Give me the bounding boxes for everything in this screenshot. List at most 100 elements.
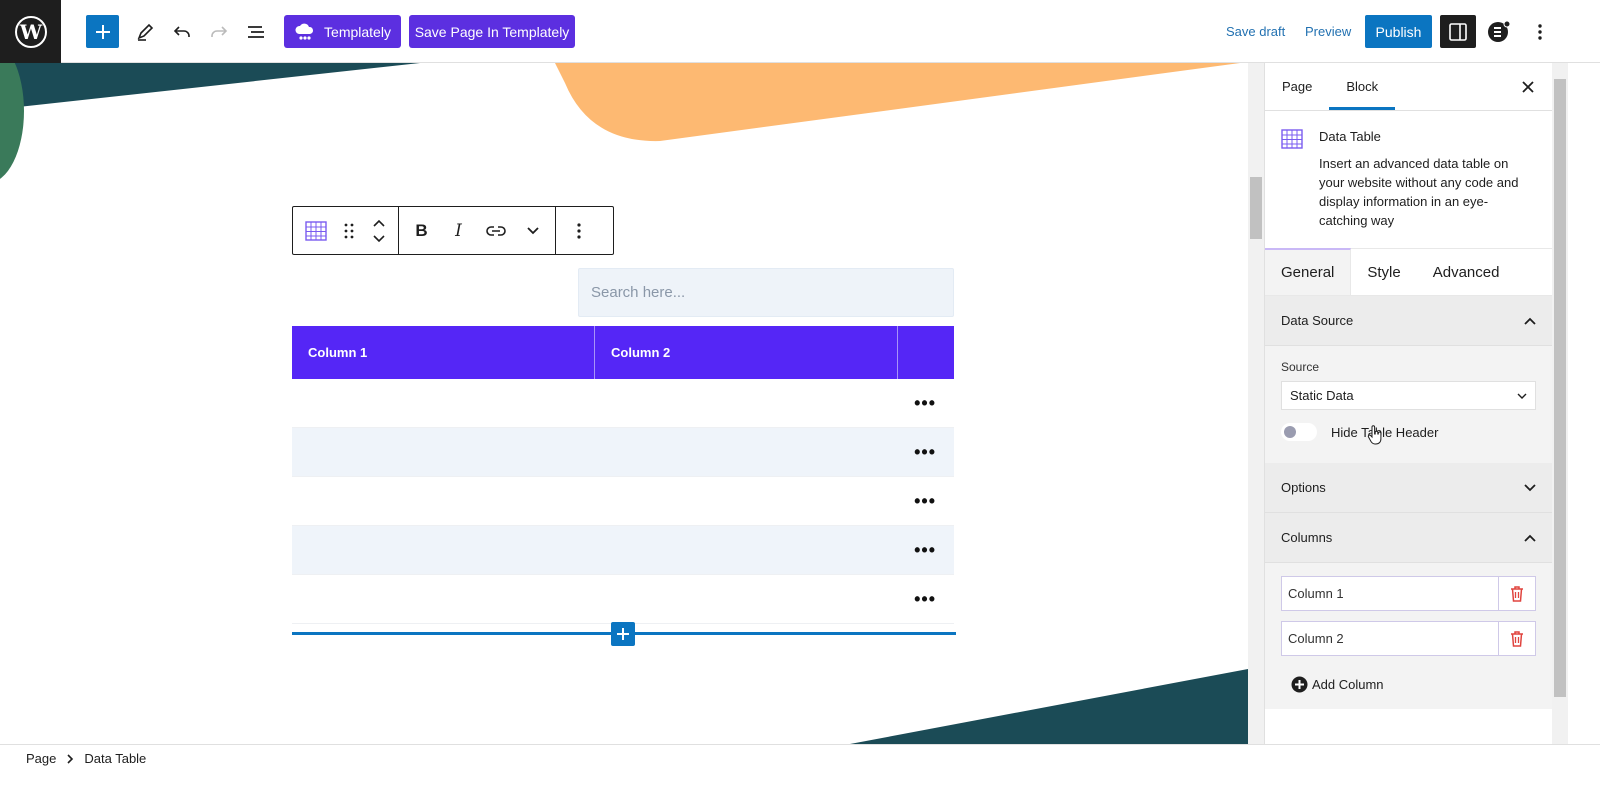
- data-source-panel-toggle[interactable]: Data Source: [1265, 296, 1552, 346]
- close-sidebar-button[interactable]: [1522, 77, 1534, 98]
- hide-table-header-text: Hide Table Header: [1331, 424, 1439, 440]
- editor-topbar: W Templately Save Page In Templately Sav…: [0, 0, 1600, 63]
- table-row[interactable]: •••: [292, 428, 954, 477]
- block-card-title: Data Table: [1319, 129, 1381, 144]
- italic-button[interactable]: I: [442, 213, 475, 249]
- row-actions-icon[interactable]: •••: [914, 442, 936, 463]
- table-header-cell[interactable]: Column 1: [292, 326, 595, 379]
- row-actions-icon[interactable]: •••: [914, 540, 936, 561]
- chevron-right-icon: [67, 753, 74, 764]
- tab-block[interactable]: Block: [1329, 63, 1395, 110]
- sidebar-scrollbar-thumb[interactable]: [1554, 79, 1566, 697]
- hide-table-header-row: Hide Table Header: [1281, 423, 1536, 444]
- breadcrumb-item-page[interactable]: Page: [26, 751, 56, 766]
- block-type-button[interactable]: [299, 213, 332, 249]
- save-draft-button[interactable]: Save draft: [1226, 24, 1285, 39]
- templately-button[interactable]: Templately: [284, 15, 401, 48]
- plugin-button[interactable]: [1485, 15, 1513, 48]
- breadcrumb-item-data-table[interactable]: Data Table: [84, 751, 146, 766]
- table-header-cell[interactable]: [898, 326, 954, 379]
- inspector-tabs: General Style Advanced: [1265, 248, 1552, 296]
- table-search-input[interactable]: Search here...: [578, 268, 954, 317]
- inline-inserter-button[interactable]: [611, 622, 635, 646]
- options-panel-toggle[interactable]: Options: [1265, 463, 1552, 513]
- close-icon: [1522, 81, 1534, 93]
- columns-panel-toggle[interactable]: Columns: [1265, 513, 1552, 563]
- canvas-scrollbar[interactable]: [1248, 63, 1264, 744]
- table-row[interactable]: •••: [292, 526, 954, 575]
- tab-page[interactable]: Page: [1265, 63, 1329, 110]
- column-name-input[interactable]: Column 1: [1282, 577, 1499, 610]
- tab-style[interactable]: Style: [1351, 249, 1416, 295]
- more-rich-text-button[interactable]: [516, 213, 549, 249]
- hide-table-header-label[interactable]: Hide Table Header: [1331, 424, 1439, 444]
- add-column-label: Add Column: [1312, 677, 1384, 692]
- options-menu-button[interactable]: [1526, 15, 1554, 48]
- svg-text:W: W: [18, 20, 42, 44]
- columns-title: Columns: [1281, 530, 1333, 545]
- chevron-up-down-icon: [373, 219, 385, 242]
- trash-icon: [1511, 585, 1523, 602]
- wordpress-logo-button[interactable]: W: [0, 0, 61, 63]
- block-card: Data Table Insert an advanced data table…: [1265, 111, 1552, 248]
- table-row[interactable]: •••: [292, 379, 954, 428]
- redo-icon: [211, 25, 228, 37]
- settings-sidebar-toggle[interactable]: [1440, 15, 1476, 48]
- add-block-button[interactable]: [86, 15, 119, 48]
- document-overview-button[interactable]: [241, 15, 271, 48]
- tab-advanced[interactable]: Advanced: [1417, 249, 1516, 295]
- canvas-scrollbar-thumb[interactable]: [1250, 177, 1262, 239]
- plus-circle-icon: [1291, 676, 1308, 693]
- row-actions-icon[interactable]: •••: [914, 589, 936, 610]
- table-row[interactable]: •••: [292, 477, 954, 526]
- row-actions-icon[interactable]: •••: [914, 393, 936, 414]
- sidebar-scrollbar[interactable]: [1552, 63, 1568, 744]
- preview-button[interactable]: Preview: [1305, 24, 1351, 39]
- sidebar-icon: [1449, 22, 1467, 41]
- templately-cloud-icon: [295, 23, 314, 40]
- column-name-input[interactable]: Column 2: [1282, 622, 1499, 655]
- settings-sidebar: Page Block Data Table Insert an advanced…: [1264, 63, 1552, 744]
- link-button[interactable]: [479, 213, 512, 249]
- hide-table-header-toggle[interactable]: [1281, 423, 1317, 441]
- plus-icon: [95, 24, 110, 39]
- block-toolbar-group-options: [556, 207, 601, 254]
- drag-handle[interactable]: [336, 213, 362, 249]
- add-column-button[interactable]: Add Column: [1281, 666, 1536, 703]
- chevron-up-icon: [1524, 317, 1536, 325]
- trash-icon: [1511, 630, 1523, 647]
- save-page-in-templately-button[interactable]: Save Page In Templately: [409, 15, 575, 48]
- column-item: Column 1: [1281, 576, 1536, 611]
- link-icon: [485, 225, 506, 236]
- bold-button[interactable]: B: [405, 213, 438, 249]
- delete-column-button[interactable]: [1499, 630, 1535, 647]
- move-up-down-button[interactable]: [366, 213, 392, 249]
- editor-canvas: B I Search here... Column 1 Column 2 •••…: [0, 63, 1248, 744]
- sidebar-tabs: Page Block: [1265, 63, 1552, 111]
- table-header-cell[interactable]: Column 2: [595, 326, 898, 379]
- undo-button[interactable]: [167, 15, 197, 48]
- tab-general[interactable]: General: [1265, 248, 1352, 295]
- redo-button[interactable]: [204, 15, 234, 48]
- delete-column-button[interactable]: [1499, 585, 1535, 602]
- source-select[interactable]: Static Data: [1281, 381, 1536, 410]
- block-options-button[interactable]: [562, 213, 595, 249]
- source-label: Source: [1281, 360, 1320, 374]
- table-header-row: Column 1 Column 2: [292, 326, 954, 379]
- options-title: Options: [1281, 480, 1326, 495]
- chevron-up-icon: [1524, 534, 1536, 542]
- chevron-down-icon: [1524, 483, 1536, 491]
- table-row[interactable]: •••: [292, 575, 954, 624]
- publish-button[interactable]: Publish: [1365, 15, 1432, 48]
- columns-panel: Column 1 Column 2 Add Column: [1265, 563, 1552, 709]
- undo-icon: [173, 25, 190, 37]
- data-table: Column 1 Column 2 ••• ••• ••• ••• •••: [292, 326, 954, 624]
- row-actions-icon[interactable]: •••: [914, 491, 936, 512]
- table-grid-icon: [304, 220, 327, 241]
- chevron-down-icon: [1517, 393, 1527, 399]
- vertical-ellipsis-icon: [1538, 23, 1542, 40]
- breadcrumb: Page Data Table: [0, 744, 1600, 772]
- tools-button[interactable]: [130, 15, 160, 48]
- block-toolbar-group-format: B I: [399, 207, 556, 254]
- block-toolbar: B I: [292, 206, 614, 255]
